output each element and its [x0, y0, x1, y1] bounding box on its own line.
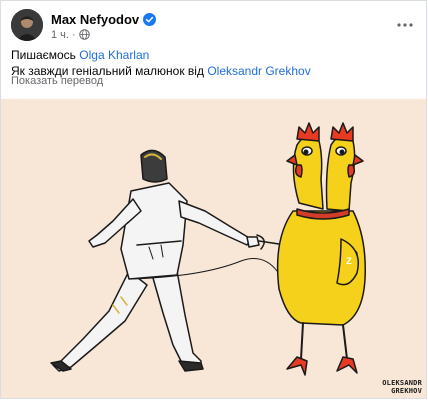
see-translation-link[interactable]: Показать перевод	[11, 75, 103, 87]
rubber-chicken-figure	[276, 122, 366, 376]
meta-separator: ·	[71, 28, 76, 41]
verified-badge-icon	[143, 12, 157, 26]
post-card: Max Nefyodov 1 ч. · Пишаємось Olga Kharl…	[0, 0, 427, 399]
fencer-figure	[50, 149, 300, 372]
signature-line-1: OLEKSANDR	[382, 379, 422, 387]
post-text-line-1: Пишаємось Olga Kharlan	[11, 47, 417, 63]
z-badge-letter: Z	[346, 256, 352, 266]
post-time[interactable]: 1 ч.	[51, 29, 69, 41]
post-image[interactable]: Z OLEKSANDR GREKHOV	[1, 99, 426, 398]
text-prefix-1: Пишаємось	[11, 48, 76, 62]
globe-icon	[78, 29, 90, 40]
author-row: Max Nefyodov	[51, 11, 157, 27]
avatar[interactable]	[11, 9, 43, 41]
signature-line-2: GREKHOV	[391, 387, 422, 395]
mention-olga-kharlan[interactable]: Olga Kharlan	[79, 48, 149, 62]
author-name[interactable]: Max Nefyodov	[51, 12, 139, 27]
post-header: Max Nefyodov 1 ч. ·	[11, 9, 417, 41]
post-meta: 1 ч. ·	[51, 28, 90, 41]
illustration-drawing: Z	[50, 122, 366, 376]
artist-signature: OLEKSANDR GREKHOV	[382, 379, 422, 395]
mention-oleksandr-grekhov[interactable]: Oleksandr Grekhov	[207, 64, 310, 78]
more-options-icon[interactable]	[393, 13, 417, 37]
